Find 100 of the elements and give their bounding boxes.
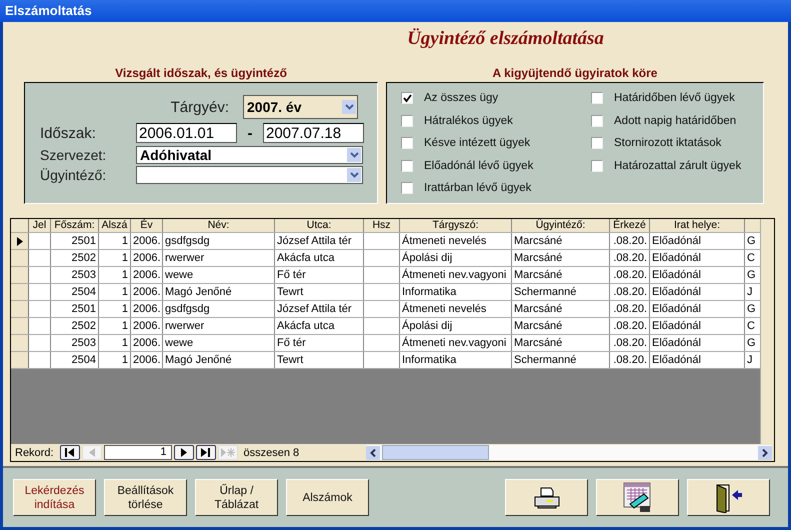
table-cell: wewe: [163, 267, 275, 283]
vertical-scrollbar[interactable]: [760, 219, 774, 444]
checkbox[interactable]: [401, 160, 413, 172]
table-cell: Ápolási dij: [400, 318, 512, 334]
table-cell: 2006.: [131, 284, 163, 300]
dash-separator: -: [246, 124, 254, 142]
table-cell: 2006.: [131, 250, 163, 266]
checkbox[interactable]: [401, 92, 413, 104]
table-cell: 1: [99, 233, 131, 249]
table-cell: Előadónál: [650, 284, 745, 300]
year-dropdown[interactable]: 2007. év: [243, 95, 358, 119]
table-cell: 1: [99, 284, 131, 300]
table-cell: 1: [99, 250, 131, 266]
table-cell: 2006.: [131, 318, 163, 334]
table-cell: Átmeneti nevelés: [400, 301, 512, 317]
checkbox[interactable]: [591, 137, 603, 150]
table-cell: Fő tér: [275, 335, 364, 351]
last-record-icon: [200, 448, 211, 457]
table-cell: 2502: [51, 250, 99, 266]
date-field[interactable]: 2006.01.01: [136, 123, 237, 143]
command-button[interactable]: Alszámok: [286, 479, 369, 516]
current-row-arrow-icon: [16, 236, 22, 246]
table-cell: Marcsáné: [512, 233, 610, 249]
checkbox[interactable]: [401, 137, 413, 150]
table-cell: .08.20.: [610, 318, 650, 334]
table-cell: rwerwer: [163, 318, 275, 334]
table-cell: 2503: [51, 335, 99, 351]
scroll-right-button[interactable]: [758, 446, 772, 460]
table-cell: rwerwer: [163, 250, 275, 266]
table-cell: Akácfa utca: [275, 250, 364, 266]
table-cell: .08.20.: [610, 233, 650, 249]
command-button[interactable]: Űrlap / Táblázat: [195, 479, 278, 516]
new-record-icon: [220, 448, 235, 457]
report-button[interactable]: [596, 479, 679, 516]
horizontal-scrollbar[interactable]: [366, 445, 772, 460]
print-button[interactable]: [505, 479, 588, 516]
command-button[interactable]: Beállítások törlése: [104, 479, 187, 516]
scroll-left-button[interactable]: [366, 446, 380, 460]
table-cell: 2006.: [131, 233, 163, 249]
table-cell: Tewrt: [275, 352, 364, 368]
table-cell: gsdfgsdg: [163, 301, 275, 317]
checkbox[interactable]: [591, 160, 603, 172]
table-cell: Akácfa utca: [275, 318, 364, 334]
door-exit-icon: [714, 482, 742, 512]
next-record-button[interactable]: [174, 445, 194, 460]
record-number-field[interactable]: 1: [104, 445, 172, 460]
checkbox-label: Hátralékos ügyek: [424, 114, 513, 127]
table-cell: Előadónál: [650, 233, 745, 249]
left-chevron-icon: [370, 448, 376, 456]
table-cell: Marcsáné: [512, 335, 610, 351]
table-cell: 1: [99, 318, 131, 334]
table-cell: Fő tér: [275, 267, 364, 283]
table-cell: .08.20.: [610, 250, 650, 266]
table-cell: Magó Jenőné: [163, 284, 275, 300]
table-cell: Átmeneti nev.vagyoni: [400, 335, 512, 351]
table-cell: .08.20.: [610, 352, 650, 368]
checkbox[interactable]: [591, 92, 603, 104]
command-button[interactable]: Lekérdezés indítása: [13, 479, 96, 516]
checkbox[interactable]: [591, 114, 603, 127]
checkbox-label: Határidőben lévő ügyek: [614, 92, 735, 104]
field-label: Időszak:: [40, 124, 97, 142]
date-field[interactable]: 2007.07.18: [263, 123, 364, 143]
table-cell: 2501: [51, 301, 99, 317]
printer-icon: [534, 486, 560, 508]
right-triangle-icon: [180, 448, 187, 457]
table-cell: Előadónál: [650, 318, 745, 334]
table-cell: 1: [99, 352, 131, 368]
clerk-dropdown[interactable]: [136, 166, 363, 184]
last-record-button[interactable]: [196, 445, 216, 460]
checkbox[interactable]: [401, 114, 413, 127]
table-cell: 2006.: [131, 301, 163, 317]
table-cell: 2006.: [131, 267, 163, 283]
table-cell: .08.20.: [610, 284, 650, 300]
section-title: Vizsgált időszak, és ügyintéző: [114, 66, 288, 82]
first-record-button[interactable]: [60, 445, 80, 460]
window-title: Elszámoltatás: [0, 0, 791, 22]
left-triangle-icon: [88, 448, 95, 457]
calendar-pen-icon: [622, 482, 654, 514]
column-header[interactable]: Alszá: [99, 219, 131, 232]
row-selector[interactable]: [11, 233, 29, 249]
scroll-thumb[interactable]: [382, 445, 489, 460]
table-cell: Marcsáné: [512, 318, 610, 334]
organization-dropdown[interactable]: Adóhivatal: [136, 146, 363, 164]
table-cell: 2504: [51, 284, 99, 300]
field-label: Szervezet:: [40, 147, 108, 163]
exit-button[interactable]: [687, 479, 770, 516]
checkbox[interactable]: [401, 182, 413, 194]
table-cell: gsdfgsdg: [163, 233, 275, 249]
table-cell: 1: [99, 335, 131, 351]
checkbox-label: Késve intézett ügyek: [424, 137, 530, 150]
record-count: összesen 8: [244, 446, 300, 458]
section-title: A kigyüjtendő ügyiratok köre: [492, 66, 658, 82]
table-cell: .08.20.: [610, 335, 650, 351]
table-cell: Schermanné: [512, 352, 610, 368]
field-label: Ügyintéző:: [40, 167, 108, 183]
checkbox-label: Az összes ügy: [424, 92, 498, 104]
table-cell: Marcsáné: [512, 301, 610, 317]
table-cell: Magó Jenőné: [163, 352, 275, 368]
checkbox-label: Adott napig határidőben: [614, 114, 736, 127]
record-label: Rekord:: [15, 446, 54, 458]
